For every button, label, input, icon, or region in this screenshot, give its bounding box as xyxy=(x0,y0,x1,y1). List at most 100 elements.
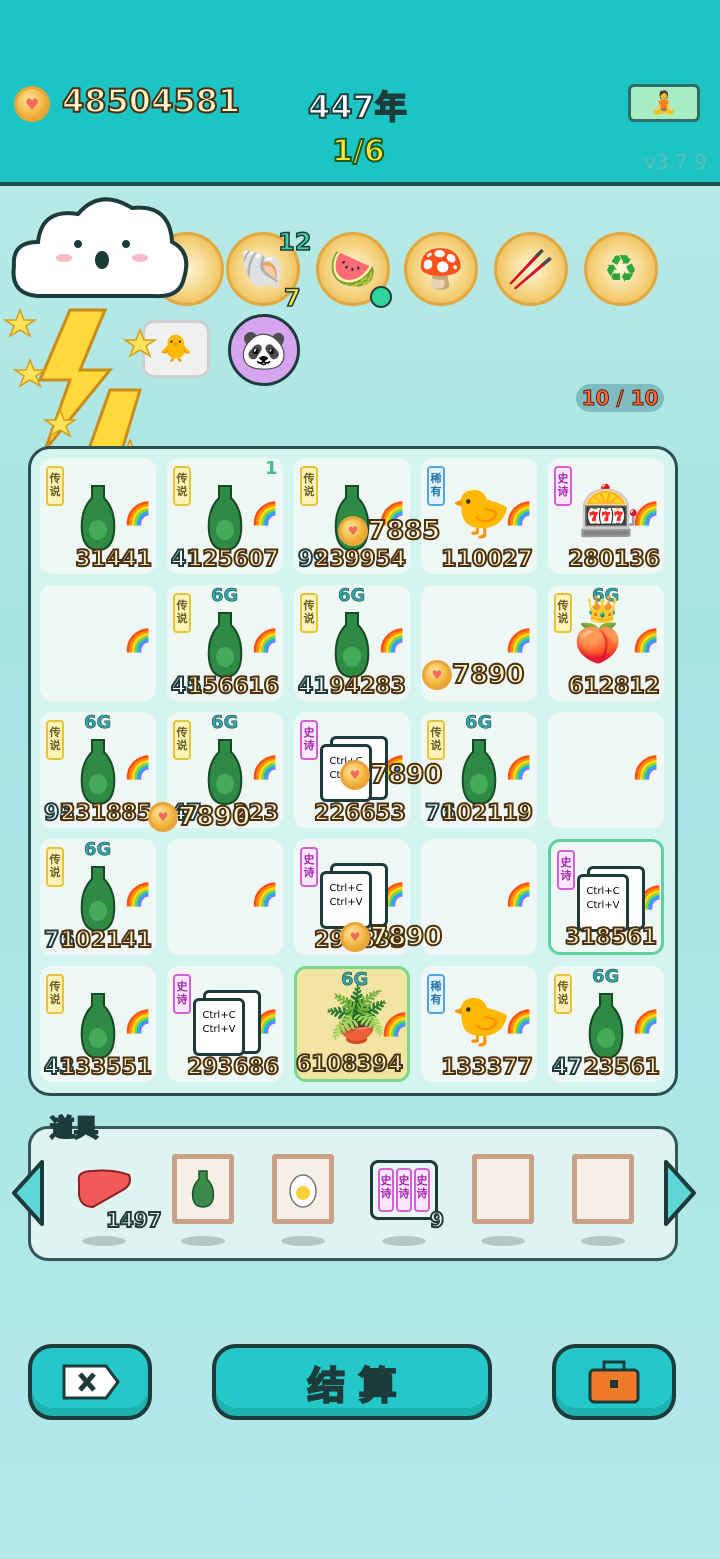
rarity-tag: 传说 xyxy=(300,593,318,633)
mushroom-medal[interactable]: 🍄 xyxy=(404,232,478,306)
coin-popup-value: 7890 xyxy=(451,659,525,691)
rarity-tag: 传说 xyxy=(46,847,64,887)
rarity-tag: 传说 xyxy=(554,974,572,1014)
vase-icon xyxy=(207,739,243,806)
item-value: 31441 xyxy=(74,546,153,573)
board-cell[interactable]: 史诗 🌈 Ctrl+C Ctrl+V 318561 xyxy=(548,839,664,955)
rainbow-icon: 🌈 xyxy=(124,629,152,654)
board-cell[interactable]: 传说 6G 🌈 45 156616 xyxy=(167,585,283,701)
rainbow-icon: 🌈 xyxy=(124,1010,152,1035)
settle-button[interactable]: 结 算 xyxy=(212,1344,492,1420)
slot-shadow xyxy=(382,1236,426,1246)
board-cell[interactable]: 传说 6G 🌈 47 23561 xyxy=(548,966,664,1082)
coin-icon: ♥ xyxy=(340,922,370,952)
board-cell[interactable]: 传说 🌈 31441 xyxy=(40,458,156,574)
item-value: 102119 xyxy=(440,800,534,827)
pack-count: 9 xyxy=(429,1207,445,1233)
meditate-button[interactable]: 🧘 xyxy=(628,84,700,122)
ctrl-card-icon: Ctrl+C Ctrl+V xyxy=(193,998,245,1056)
rarity-tag: 稀有 xyxy=(427,466,445,506)
recycle-medal[interactable]: ♻ xyxy=(584,232,658,306)
board-cell[interactable]: 传说 🌈 43 133551 xyxy=(40,966,156,1082)
ramen-medal[interactable]: 🥢 xyxy=(494,232,568,306)
item-count: 47 xyxy=(551,1054,584,1081)
board-cell[interactable]: 🌈 xyxy=(40,585,156,701)
arrow-right-icon[interactable] xyxy=(660,1158,700,1228)
epic-pack-tool[interactable]: 史诗 史诗 史诗 xyxy=(370,1160,438,1220)
board-cell[interactable]: 🌈 xyxy=(167,839,283,955)
delete-button[interactable] xyxy=(28,1344,152,1420)
epic-tag: 史诗 xyxy=(378,1168,394,1212)
rainbow-icon: 🌈 xyxy=(124,502,152,527)
chick-icon: 🐤 xyxy=(451,485,511,541)
item-value: 231885 xyxy=(59,800,153,827)
board-cell[interactable]: 史诗 🌈 🎰 280136 xyxy=(548,458,664,574)
item-value: 6108394 xyxy=(295,1051,404,1078)
rainbow-icon: 🌈 xyxy=(632,1010,660,1035)
rarity-tag: 稀有 xyxy=(427,974,445,1014)
board-cell[interactable]: 稀有 🌈 🐤 133377 xyxy=(421,966,537,1082)
item-value: 125607 xyxy=(186,546,280,573)
coin-counter: 48504581 xyxy=(61,81,241,121)
slot-shadow xyxy=(481,1236,525,1246)
slot-shadow xyxy=(181,1236,225,1246)
ctrl-v-label: Ctrl+V xyxy=(586,900,620,911)
rainbow-icon: 🌈 xyxy=(505,883,533,908)
mushroom-cloud-icon: 🍄 xyxy=(417,246,465,291)
item-level: 6G xyxy=(211,712,239,734)
cloud-mascot-icon xyxy=(11,197,189,299)
briefcase-button[interactable] xyxy=(552,1344,676,1420)
item-level: 6G xyxy=(84,839,112,861)
coin-icon: ♥ xyxy=(340,760,370,790)
egg-tool-slot[interactable] xyxy=(272,1154,334,1224)
board-cell[interactable]: 传说 6G 🌈 76 102141 xyxy=(40,839,156,955)
coin-popup: ♥ 7885 xyxy=(338,515,441,547)
rainbow-icon: 🌈 xyxy=(251,629,279,654)
coin-popup-value: 7890 xyxy=(369,921,443,953)
board-cell[interactable]: 6G 🌈 🪴 6108394 xyxy=(294,966,410,1082)
egg-icon xyxy=(289,1174,317,1208)
vase-icon xyxy=(80,866,116,933)
vase-icon xyxy=(80,993,116,1060)
item-count: 41 xyxy=(297,673,330,700)
rainbow-icon: 🌈 xyxy=(251,883,279,908)
version-label: v3.7.9 xyxy=(644,150,707,174)
arrow-left-icon[interactable] xyxy=(8,1158,48,1228)
board-cell[interactable]: 传说 1 🌈 41 125607 xyxy=(167,458,283,574)
ctrl-c-label: Ctrl+C xyxy=(329,883,363,894)
item-value: 280136 xyxy=(567,546,661,573)
liver-tool[interactable] xyxy=(72,1164,134,1214)
board-cell[interactable]: 🌈 xyxy=(548,712,664,828)
vase-icon xyxy=(334,612,370,679)
rarity-tag: 史诗 xyxy=(173,974,191,1014)
rainbow-icon: 🌈 xyxy=(124,883,152,908)
ctrl-card-icon: Ctrl+C Ctrl+V xyxy=(577,874,629,932)
tools-label: 道具 xyxy=(49,1113,99,1143)
coin-popup: ♥ 7890 xyxy=(422,659,525,691)
coin-popup-value: 7890 xyxy=(369,759,443,791)
ctrl-c-label: Ctrl+C xyxy=(586,886,620,897)
coin-popup: ♥ 7890 xyxy=(340,759,443,791)
capacity-badge: 10 / 10 xyxy=(576,384,664,412)
vase-tool-slot[interactable] xyxy=(172,1154,234,1224)
vase-icon xyxy=(191,1170,215,1208)
board-cell[interactable]: 传说 6G 🌈 95 231885 xyxy=(40,712,156,828)
board-cell[interactable]: 史诗 🌈 Ctrl+C Ctrl+V 293686 xyxy=(167,966,283,1082)
coin-icon: ♥ xyxy=(338,516,368,546)
board-cell[interactable]: 传说 6G 🌈 41 94283 xyxy=(294,585,410,701)
slot-shadow xyxy=(281,1236,325,1246)
item-value: 239954 xyxy=(313,546,407,573)
rarity-tag: 传说 xyxy=(300,466,318,506)
board-cell[interactable]: 传说 6G 🌈 👑 🍑 612812 xyxy=(548,585,664,701)
rarity-tag: 传说 xyxy=(46,466,64,506)
empty-tool-slot[interactable] xyxy=(572,1154,634,1224)
status-dot xyxy=(370,286,392,308)
rarity-tag: 史诗 xyxy=(554,466,572,506)
fruit-bowl-icon: 🍉 xyxy=(329,246,377,291)
shell-count-top: 12 xyxy=(277,227,312,257)
coin-popup: ♥ 7890 xyxy=(340,921,443,953)
empty-tool-slot[interactable] xyxy=(472,1154,534,1224)
settle-label: 结 算 xyxy=(306,1363,397,1409)
panda-avatar[interactable]: 🐼 xyxy=(228,314,300,386)
item-value: 318561 xyxy=(564,924,658,951)
